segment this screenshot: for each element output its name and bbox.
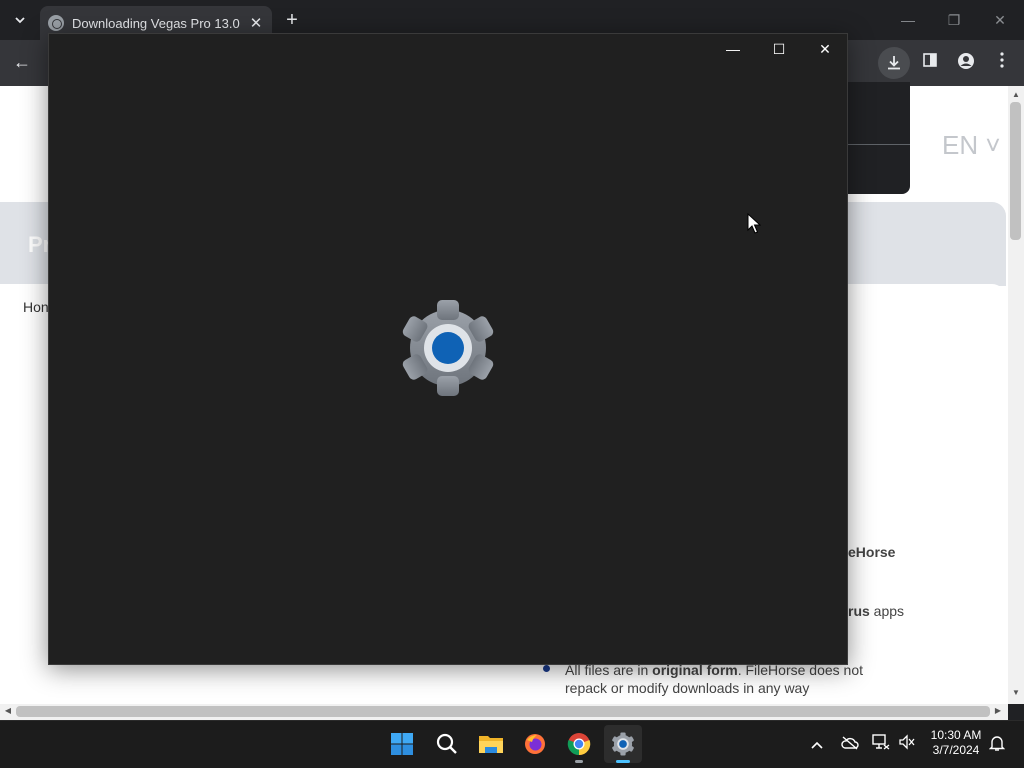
file-explorer-button[interactable] (475, 728, 507, 760)
network-button[interactable] (870, 734, 892, 756)
settings-close-button[interactable]: ✕ (802, 38, 848, 60)
chrome-menu-button[interactable] (991, 52, 1013, 74)
scroll-up-arrow-icon[interactable]: ▲ (1010, 90, 1022, 99)
side-panel-button[interactable] (919, 52, 941, 74)
firefox-button[interactable] (519, 728, 551, 760)
settings-icon (612, 732, 634, 756)
taskbar-search-button[interactable] (431, 728, 463, 760)
globe-icon (48, 15, 64, 31)
chevron-up-icon (811, 741, 823, 749)
feature-text-2-rest: apps (869, 603, 905, 619)
bullet-dot (543, 665, 550, 672)
chevron-down-icon (15, 17, 25, 24)
show-hidden-icons-button[interactable] (806, 734, 828, 756)
clock-date: 3/7/2024 (932, 743, 980, 757)
profile-button[interactable] (955, 52, 977, 74)
feature-text-2: rus apps (848, 603, 904, 619)
browser-restore-button[interactable]: ❐ (931, 8, 977, 32)
onedrive-button[interactable] (839, 734, 861, 756)
scroll-left-arrow-icon[interactable]: ◀ (3, 706, 13, 715)
chrome-button[interactable] (563, 728, 595, 760)
new-tab-button[interactable]: + (282, 10, 302, 30)
notifications-button[interactable] (986, 734, 1008, 756)
start-icon (391, 733, 413, 755)
volume-muted-icon (899, 734, 915, 750)
downloads-bubble[interactable] (848, 82, 910, 194)
settings-minimize-button[interactable]: — (710, 38, 756, 60)
start-button[interactable] (386, 728, 418, 760)
feature-text-1: eHorse (848, 544, 896, 560)
settings-maximize-button[interactable]: ☐ (756, 38, 802, 60)
language-selector[interactable]: EN ˅ (942, 130, 1001, 161)
file-explorer-icon (479, 736, 503, 753)
clock[interactable]: 10:30 AM 3/7/2024 (928, 728, 984, 758)
search-icon (436, 733, 457, 754)
cloud-off-icon (841, 736, 859, 750)
network-icon (872, 734, 890, 750)
back-button[interactable]: ← (10, 50, 34, 74)
scroll-down-arrow-icon[interactable]: ▼ (1010, 688, 1022, 697)
clock-time: 10:30 AM (930, 728, 982, 742)
settings-taskbar-button[interactable] (604, 725, 642, 763)
volume-button[interactable] (896, 734, 918, 756)
firefox-icon (525, 734, 545, 754)
download-icon (888, 56, 900, 70)
breadcrumb[interactable]: Hon (23, 299, 49, 315)
downloads-bubble-divider (848, 144, 910, 145)
browser-close-button[interactable]: ✕ (977, 8, 1023, 32)
bullet-text-line2: repack or modify downloads in any way (565, 680, 810, 696)
profile-icon (958, 53, 974, 69)
mouse-cursor-icon (747, 213, 761, 234)
downloads-button[interactable] (878, 47, 910, 79)
scroll-right-arrow-icon[interactable]: ▶ (993, 706, 1003, 715)
tab-title: Downloading Vegas Pro 13.0 Bu (72, 15, 242, 31)
gear-icon (402, 300, 494, 396)
chrome-running-indicator (575, 760, 583, 763)
vertical-scroll-thumb[interactable] (1010, 102, 1021, 240)
horizontal-scroll-thumb[interactable] (16, 706, 990, 717)
chrome-icon (567, 733, 591, 756)
tab-close-button[interactable]: ✕ (248, 14, 264, 32)
more-vertical-icon (1000, 52, 1004, 68)
settings-active-indicator (616, 760, 630, 763)
bell-icon (988, 736, 1006, 751)
side-panel-icon (923, 53, 937, 67)
feature-text-2-bold: rus (848, 603, 870, 619)
browser-minimize-button[interactable]: — (885, 8, 931, 32)
tab-search-button[interactable] (8, 8, 32, 32)
